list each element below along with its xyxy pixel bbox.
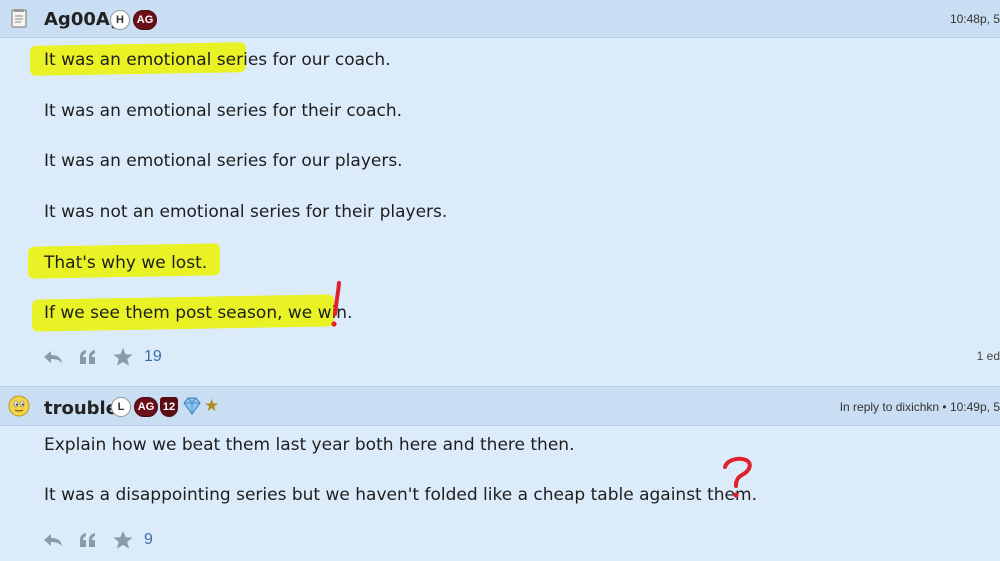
badge-h: H: [110, 10, 130, 30]
post-actions: 19: [42, 346, 162, 368]
badge-level-12: 12: [160, 397, 178, 417]
post-text-line: It was an emotional series for our playe…: [44, 151, 403, 171]
post-header: trouble L AG 12 ★ In reply to dixichkn •…: [0, 386, 1000, 426]
badge-ag: AG: [133, 10, 157, 30]
badge-l: L: [111, 397, 131, 417]
badge-ag: AG: [134, 397, 158, 417]
post-text-line: It was a disappointing series but we hav…: [44, 485, 757, 505]
like-count[interactable]: 9: [144, 531, 153, 549]
post-trouble: trouble L AG 12 ★ In reply to dixichkn •…: [0, 386, 1000, 561]
post-text-line: That's why we lost.: [44, 253, 208, 273]
question-mark-annotation: [723, 456, 752, 498]
quote-icon[interactable]: [78, 532, 98, 548]
post-ag00ag: Ag00Ag H AG 10:48p, 5 It was an emotiona…: [0, 0, 1000, 386]
post-text-line: It was an emotional series for our coach…: [44, 50, 391, 70]
quote-icon[interactable]: [78, 349, 98, 365]
reply-icon[interactable]: [42, 532, 64, 548]
reply-info[interactable]: In reply to dixichkn • 10:49p, 5: [840, 400, 1000, 414]
star-icon[interactable]: [112, 530, 134, 550]
post-text-line: It was an emotional series for their coa…: [44, 101, 403, 121]
like-count[interactable]: 19: [144, 348, 162, 366]
username[interactable]: trouble: [44, 398, 118, 419]
edit-note[interactable]: 1 ed: [977, 349, 1000, 363]
post-text-line: If we see them post season, we win.: [44, 303, 353, 323]
post-text-line: Explain how we beat them last year both …: [44, 435, 575, 455]
star-icon[interactable]: [112, 347, 134, 367]
exclamation-annotation: [331, 281, 341, 327]
notepad-avatar-icon[interactable]: [9, 8, 29, 28]
post-timestamp[interactable]: 10:48p, 5: [950, 12, 1000, 26]
diamond-icon: [183, 397, 201, 415]
gold-star-icon: ★: [204, 396, 220, 415]
smiley-avatar-icon[interactable]: [8, 395, 30, 417]
post-text-line: It was not an emotional series for their…: [44, 202, 448, 222]
post-actions: 9: [42, 529, 153, 551]
reply-icon[interactable]: [42, 349, 64, 365]
post-header: Ag00Ag H AG 10:48p, 5: [0, 0, 1000, 38]
